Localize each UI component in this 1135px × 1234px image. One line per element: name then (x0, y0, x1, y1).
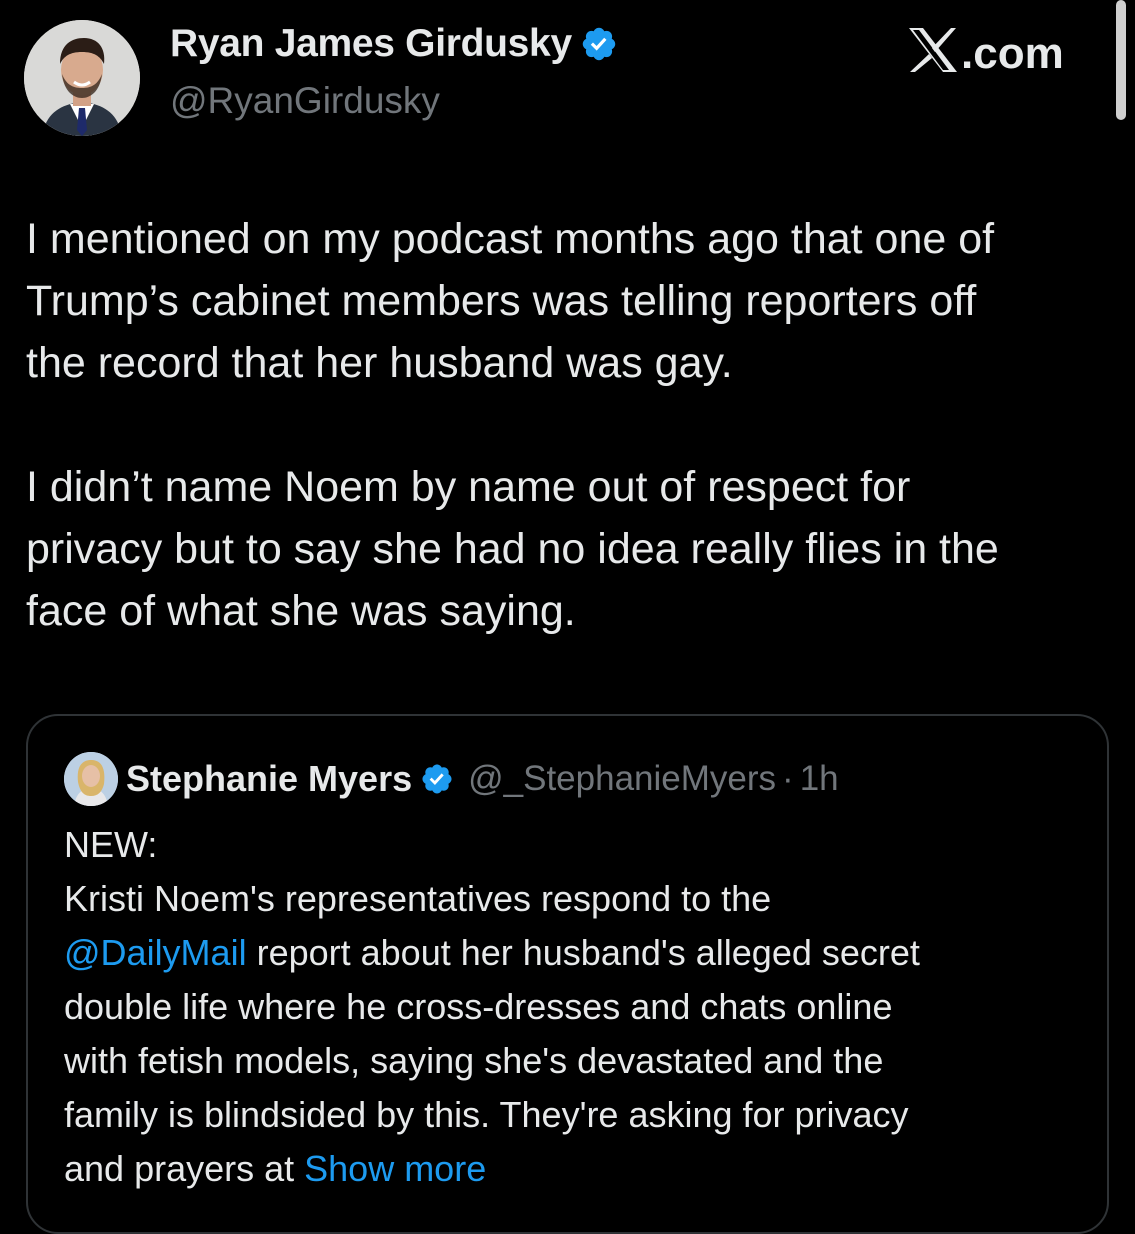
quoted-author-avatar[interactable] (64, 752, 118, 806)
tweet-line: Trump’s cabinet members was telling repo… (26, 277, 977, 325)
author-handle[interactable]: @RyanGirdusky (170, 80, 440, 122)
tweet-line: I mentioned on my podcast months ago tha… (26, 215, 995, 263)
scrollbar-thumb[interactable] (1116, 0, 1126, 120)
quoted-line: Kristi Noem's representatives respond to… (64, 878, 772, 919)
show-more-link[interactable]: Show more (304, 1148, 486, 1189)
x-logo-icon: .com (909, 28, 1064, 78)
author-name-row: Ryan James Girdusky (170, 22, 618, 66)
quoted-tweet-body: NEW: Kristi Noem's representatives respo… (64, 818, 1094, 1196)
tweet-line: the record that her husband was gay. (26, 339, 733, 387)
quoted-line: and prayers at Show more (64, 1142, 1094, 1196)
profile-photo-icon (24, 20, 140, 136)
quoted-tweet-card[interactable]: Stephanie Myers @_StephanieMyers · 1h NE… (26, 714, 1109, 1234)
tweet-line: I didn’t name Noem by name out of respec… (26, 463, 911, 511)
tweet-line: privacy but to say she had no idea reall… (26, 525, 999, 573)
quoted-line: NEW: (64, 824, 158, 865)
quoted-line: double life where he cross-dresses and c… (64, 986, 893, 1027)
quoted-tweet-time[interactable]: 1h (800, 759, 839, 799)
separator-dot: · (782, 759, 794, 798)
author-name[interactable]: Ryan James Girdusky (170, 22, 572, 66)
tweet-line: face of what she was saying. (26, 587, 576, 635)
quoted-line: family is blindsided by this. They're as… (64, 1094, 909, 1135)
quoted-author-name[interactable]: Stephanie Myers (126, 758, 412, 800)
verified-badge-icon (582, 27, 616, 61)
quoted-line: with fetish models, saying she's devasta… (64, 1040, 884, 1081)
x-logo-text: .com (961, 29, 1064, 78)
author-avatar[interactable] (24, 20, 140, 136)
quoted-line-text: and prayers at (64, 1148, 305, 1189)
tweet-text: I mentioned on my podcast months ago tha… (26, 208, 1116, 642)
profile-photo-icon (64, 752, 118, 806)
verified-badge-icon (422, 764, 452, 794)
quoted-line-text: report about her husband's alleged secre… (246, 932, 920, 973)
quoted-tweet-header: Stephanie Myers @_StephanieMyers · 1h (64, 752, 839, 806)
quoted-author-handle[interactable]: @_StephanieMyers (468, 759, 776, 799)
quoted-line: @DailyMail report about her husband's al… (64, 926, 1094, 980)
dailymail-mention-link[interactable]: @DailyMail (64, 932, 247, 973)
